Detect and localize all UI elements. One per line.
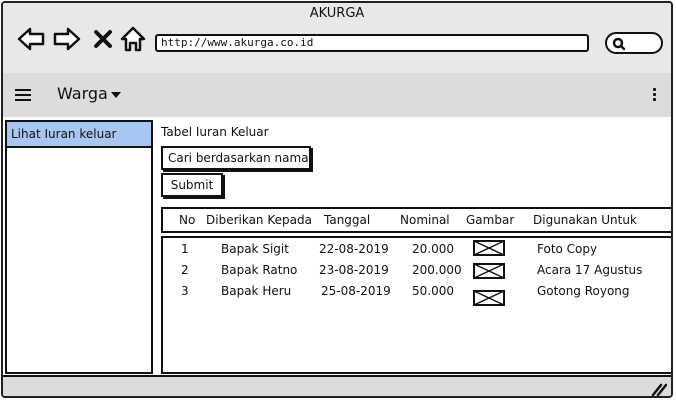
column-header-nominal: Nominal [400, 213, 450, 227]
page-title: Tabel Iuran Keluar [161, 125, 269, 139]
cell-tanggal: 23-08-2019 [319, 263, 389, 277]
table-header: No Diberikan Kepada Tanggal Nominal Gamb… [161, 207, 671, 233]
cell-tanggal: 25-08-2019 [321, 284, 391, 298]
hamburger-icon[interactable] [15, 89, 31, 101]
column-header-tanggal: Tanggal [324, 213, 371, 227]
forward-arrow-icon[interactable] [53, 25, 81, 53]
menu-title[interactable]: Warga [57, 84, 108, 103]
cell-digunakan-untuk: Foto Copy [537, 242, 598, 256]
app-menubar: Warga [3, 73, 671, 117]
kebab-menu-icon[interactable] [653, 88, 657, 103]
cell-diberikan-kepada: Bapak Heru [221, 284, 292, 298]
search-icon [612, 37, 626, 51]
search-input[interactable]: Cari berdasarkan nama [161, 146, 311, 170]
column-header-no: No [179, 213, 196, 227]
cell-diberikan-kepada: Bapak Sigit [221, 242, 289, 256]
close-icon[interactable] [91, 27, 115, 51]
address-bar[interactable]: http://www.akurga.co.id [155, 34, 589, 52]
status-bar [3, 375, 671, 396]
cell-no: 1 [181, 242, 189, 256]
image-placeholder-icon [473, 240, 505, 256]
browser-toolbar: AKURGA http://www.akurga.co.id [3, 3, 671, 73]
cell-nominal: 20.000 [412, 242, 454, 256]
sidebar: Lihat Iuran keluar [5, 120, 153, 374]
browser-window: AKURGA http://www.akurga.co.id Warga Lih… [1, 1, 673, 398]
sidebar-item-lihat-iuran-keluar[interactable]: Lihat Iuran keluar [7, 122, 151, 148]
column-header-diberikan-kepada: Diberikan Kepada [206, 213, 312, 227]
window-title: AKURGA [309, 6, 365, 21]
browser-search-box[interactable] [605, 32, 663, 54]
cell-tanggal: 22-08-2019 [319, 242, 389, 256]
cell-nominal: 200.000 [412, 263, 462, 277]
column-header-digunakan-untuk: Digunakan Untuk [533, 213, 637, 227]
cell-digunakan-untuk: Acara 17 Agustus [537, 263, 643, 277]
image-placeholder-icon [473, 263, 505, 279]
cell-no: 2 [181, 263, 189, 277]
submit-button[interactable]: Submit [161, 173, 223, 197]
cell-digunakan-untuk: Gotong Royong [537, 284, 630, 298]
cell-no: 3 [181, 284, 189, 298]
chevron-down-icon[interactable] [111, 92, 121, 98]
image-placeholder-icon [473, 290, 505, 306]
home-icon[interactable] [119, 25, 147, 53]
table-body: 1 Bapak Sigit 22-08-2019 20.000 Foto Cop… [161, 236, 671, 374]
cell-diberikan-kepada: Bapak Ratno [221, 263, 298, 277]
resize-grip-icon[interactable] [651, 382, 667, 396]
back-arrow-icon[interactable] [17, 25, 45, 53]
column-header-gambar: Gambar [466, 213, 515, 227]
cell-nominal: 50.000 [412, 284, 454, 298]
